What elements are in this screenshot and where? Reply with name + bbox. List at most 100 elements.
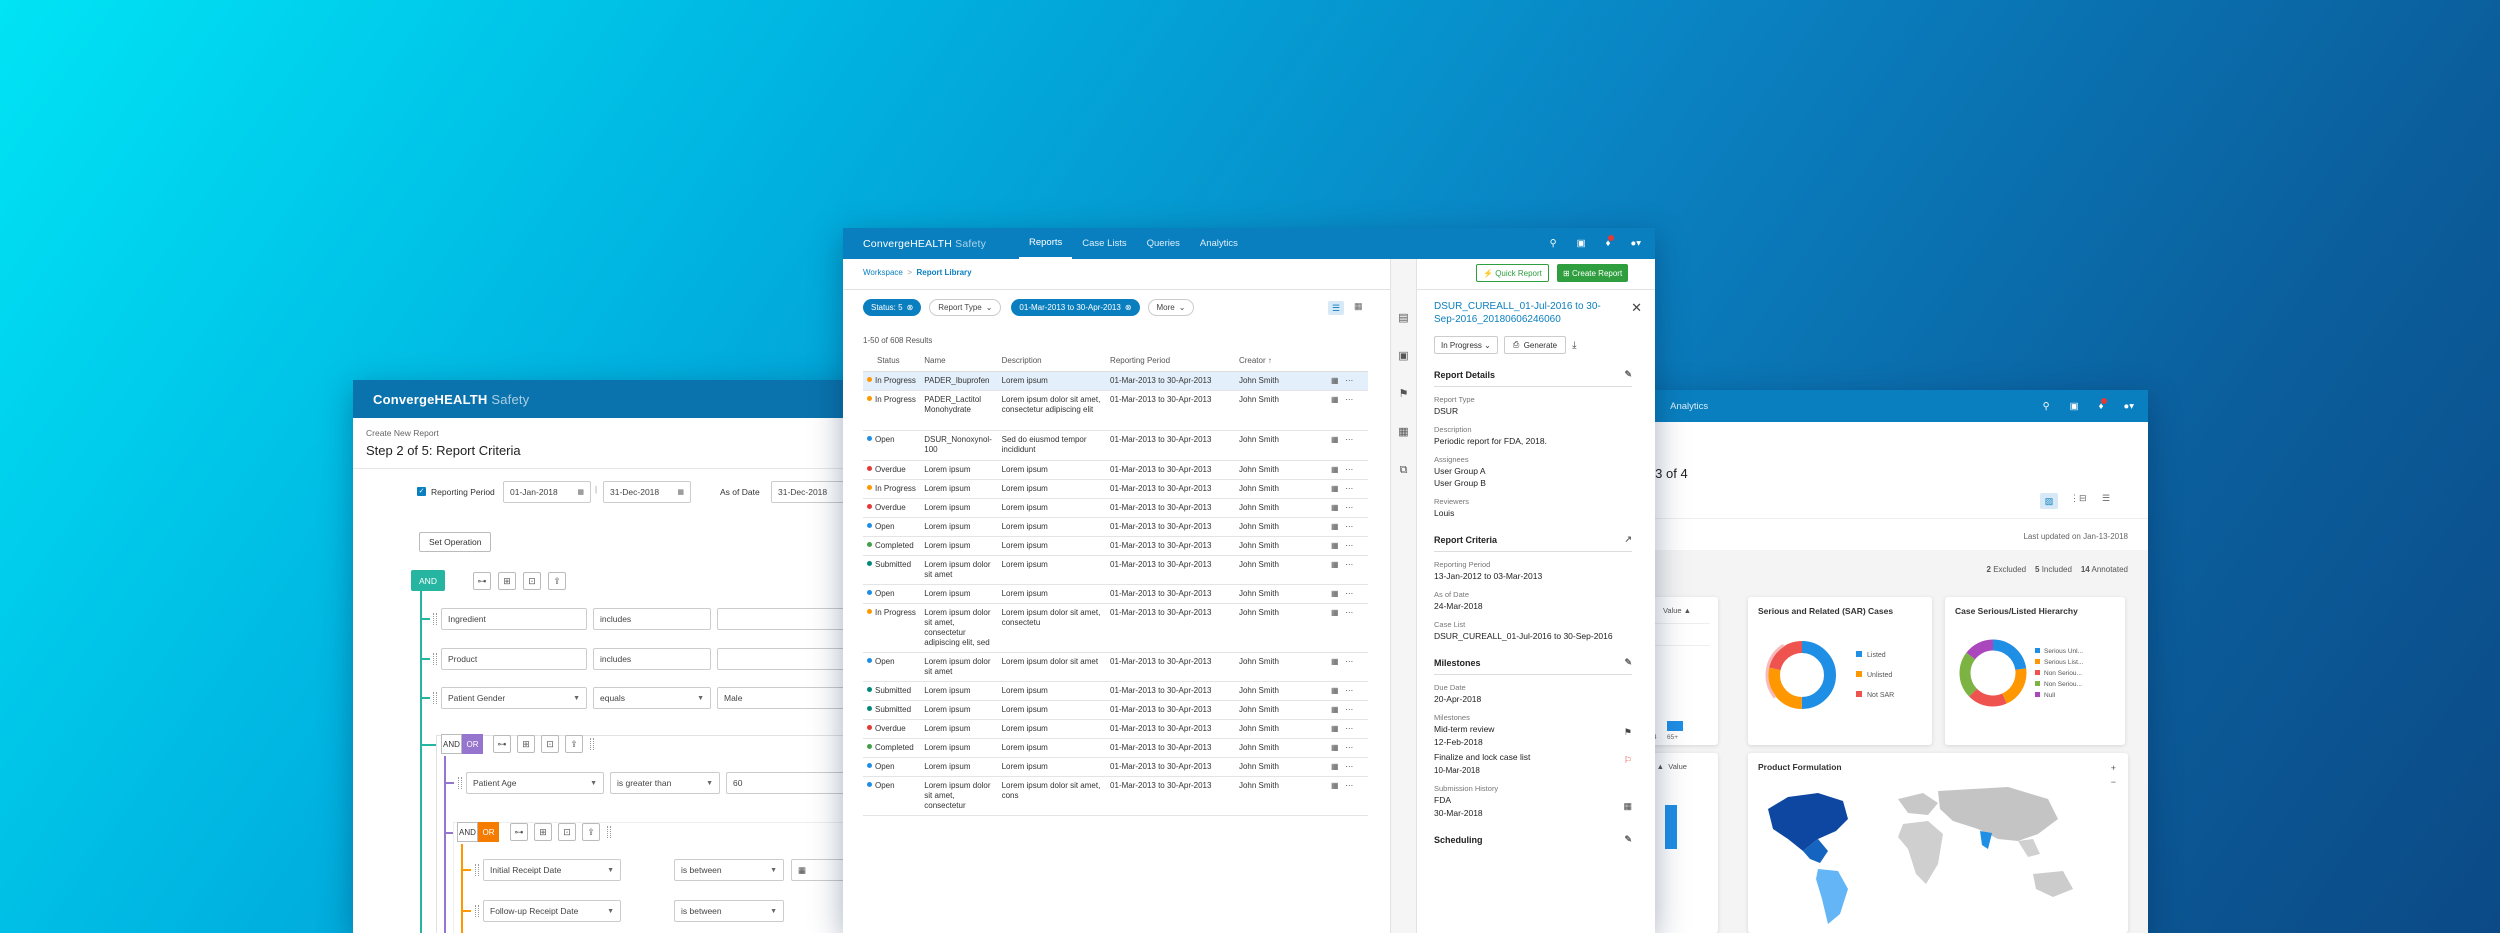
calendar-icon[interactable]: ▦	[1331, 484, 1339, 493]
close-icon[interactable]: ⊗	[907, 303, 914, 312]
zoom-in-button[interactable]: +	[2111, 761, 2116, 775]
col-name[interactable]: Name	[920, 350, 998, 372]
flag-outline-icon[interactable]: ⚐	[1624, 755, 1632, 766]
col-status[interactable]: Status	[863, 350, 921, 372]
criteria-field[interactable]: Ingredient	[441, 608, 587, 630]
name-cell[interactable]: Lorem ipsum dolor sit amet	[920, 555, 998, 585]
calendar-icon[interactable]: ▦	[1331, 762, 1339, 771]
criteria-operator-dropdown[interactable]: is between ▼	[674, 900, 784, 922]
list-view-icon[interactable]: ☰	[1328, 301, 1344, 315]
nav-queries[interactable]: Queries	[1137, 228, 1190, 259]
calendar-icon[interactable]: ▦	[1396, 413, 1411, 451]
name-cell[interactable]: Lorem ipsum	[920, 479, 998, 499]
and-toggle[interactable]: AND	[457, 822, 478, 842]
name-cell[interactable]: Lorem ipsum dolor sit amet, consectetur	[920, 776, 998, 816]
table-row[interactable]: In Progress Lorem ipsum Lorem ipsum 01-Mar-…	[863, 479, 1368, 499]
date-range-chip[interactable]: 01-Mar-2013 to 30-Apr-2013 ⊗	[1011, 299, 1140, 316]
flag-icon[interactable]: ⚑	[1624, 727, 1632, 738]
col-description[interactable]: Description	[997, 350, 1107, 372]
name-cell[interactable]: Lorem ipsum	[920, 738, 998, 758]
add-group-icon[interactable]: ⊞	[534, 823, 552, 841]
criteria-operator[interactable]: includes	[593, 648, 711, 670]
col-creator[interactable]: Creator ↑	[1234, 350, 1328, 372]
table-row[interactable]: Open Lorem ipsum Lorem ipsum 01-Mar-2013 to…	[863, 517, 1368, 537]
and-operator-button[interactable]: AND	[411, 570, 445, 591]
table-row[interactable]: In Progress PADER_Ibuprofen Lorem ipsum 01-…	[863, 371, 1368, 391]
calendar-view-icon[interactable]: ▦	[1354, 301, 1363, 312]
report-type-filter[interactable]: Report Type ⌄	[929, 299, 1002, 316]
name-cell[interactable]: Lorem ipsum	[920, 719, 998, 739]
document-icon[interactable]: ▤	[1396, 299, 1411, 337]
close-icon[interactable]: ✕	[1631, 300, 1642, 316]
table-row[interactable]: Submitted Lorem ipsum Lorem ipsum 01-Mar-20…	[863, 681, 1368, 701]
table-row[interactable]: Open Lorem ipsum dolor sit amet, consecte…	[863, 776, 1368, 816]
reporting-period-checkbox[interactable]: ✓	[417, 487, 426, 496]
name-cell[interactable]: Lorem ipsum	[920, 460, 998, 480]
add-filter-icon[interactable]: ⊶	[510, 823, 528, 841]
add-group-icon[interactable]: ⊞	[517, 735, 535, 753]
add-filter-icon[interactable]: ⊶	[493, 735, 511, 753]
name-cell[interactable]: Lorem ipsum	[920, 700, 998, 720]
calendar-icon[interactable]: ▦	[1331, 541, 1339, 550]
table-row[interactable]: In Progress PADER_Lactitol Monohydrate Lor…	[863, 390, 1368, 431]
calendar-icon[interactable]: ▦	[1331, 743, 1339, 752]
calendar-icon[interactable]: ▦	[1331, 705, 1339, 714]
user-icon[interactable]: ●▾	[1630, 238, 1641, 249]
detail-title[interactable]: DSUR_CUREALL_01-Jul-2016 to 30-Sep-2016_…	[1434, 300, 1612, 326]
more-icon[interactable]: ⋯	[1345, 522, 1353, 531]
pencil-icon[interactable]: ✎	[1624, 834, 1632, 845]
more-icon[interactable]: ⋯	[1345, 541, 1353, 550]
add-filter-icon[interactable]: ⊶	[473, 572, 491, 590]
name-cell[interactable]: Lorem ipsum	[920, 536, 998, 556]
criteria-field[interactable]: Product	[441, 648, 587, 670]
table-row[interactable]: Open DSUR_Nonoxynol-100 Sed do eiusmod tem…	[863, 430, 1368, 461]
book-icon[interactable]: ▣	[2070, 401, 2079, 412]
name-cell[interactable]: PADER_Ibuprofen	[920, 371, 998, 391]
sort-up-icon[interactable]: ↑	[1268, 356, 1272, 365]
table-row[interactable]: In Progress Lorem ipsum dolor sit amet, c…	[863, 603, 1368, 653]
create-report-button[interactable]: ⊞ Create Report	[1557, 264, 1629, 282]
calendar-icon[interactable]: ▦	[1331, 376, 1339, 385]
calendar-icon[interactable]: ▦	[1331, 435, 1339, 444]
search-icon[interactable]: ⚲	[1550, 238, 1557, 249]
book-icon[interactable]: ▣	[1577, 238, 1586, 249]
calendar-icon[interactable]: ▦	[1331, 503, 1339, 512]
external-link-icon[interactable]: ↗	[1624, 534, 1632, 545]
more-icon[interactable]: ⋯	[1345, 484, 1353, 493]
calendar-icon[interactable]: ▦	[1331, 781, 1339, 790]
calendar-icon[interactable]: ▦	[1331, 724, 1339, 733]
brand-logo[interactable]: ConvergeHEALTH Safety	[373, 392, 529, 407]
more-icon[interactable]: ⋯	[1345, 724, 1353, 733]
bell-icon[interactable]: ♦	[1606, 235, 1615, 249]
hierarchy-view-icon[interactable]: ⋮⊟	[2070, 493, 2087, 504]
more-icon[interactable]: ⋯	[1345, 608, 1353, 617]
more-icon[interactable]: ⋯	[1345, 589, 1353, 598]
table-row[interactable]: Overdue Lorem ipsum Lorem ipsum 01-Mar-2013…	[863, 719, 1368, 739]
table-row[interactable]: Open Lorem ipsum Lorem ipsum 01-Mar-2013 to…	[863, 757, 1368, 777]
name-cell[interactable]: Lorem ipsum	[920, 517, 998, 537]
nav-analytics[interactable]: Analytics	[1190, 228, 1248, 259]
more-icon[interactable]: ⋯	[1345, 503, 1353, 512]
name-cell[interactable]: PADER_Lactitol Monohydrate	[920, 390, 998, 431]
table-row[interactable]: Submitted Lorem ipsum dolor sit amet Lorem…	[863, 555, 1368, 585]
table-row[interactable]: Open Lorem ipsum dolor sit amet Lorem ipsu…	[863, 652, 1368, 682]
name-cell[interactable]: Lorem ipsum	[920, 498, 998, 518]
more-icon[interactable]: ⋯	[1345, 781, 1353, 790]
add-group-icon[interactable]: ⊞	[498, 572, 516, 590]
nav-reports[interactable]: Reports	[1019, 228, 1073, 259]
calendar-icon[interactable]: ▦	[1331, 465, 1339, 474]
status-filter-chip[interactable]: Status: 5 ⊗	[863, 299, 922, 316]
table-row[interactable]: Open Lorem ipsum Lorem ipsum 01-Mar-2013 to…	[863, 584, 1368, 604]
more-icon[interactable]: ⋯	[1345, 465, 1353, 474]
calendar-icon[interactable]: ▦	[1331, 686, 1339, 695]
calendar-icon[interactable]: ▦	[1331, 395, 1339, 404]
nav-analytics[interactable]: Analytics	[1660, 390, 1718, 422]
search-icon[interactable]: ⚲	[2043, 401, 2050, 412]
more-icon[interactable]: ⋯	[1345, 560, 1353, 569]
calendar-icon[interactable]: ▦	[1331, 657, 1339, 666]
upload-icon[interactable]: ⇪	[548, 572, 566, 590]
col-reporting-period[interactable]: Reporting Period	[1106, 350, 1235, 372]
more-icon[interactable]: ⋯	[1345, 395, 1353, 404]
set-operation-button[interactable]: Set Operation	[419, 532, 492, 552]
criteria-field-dropdown[interactable]: Patient Gender ▼	[441, 687, 587, 709]
